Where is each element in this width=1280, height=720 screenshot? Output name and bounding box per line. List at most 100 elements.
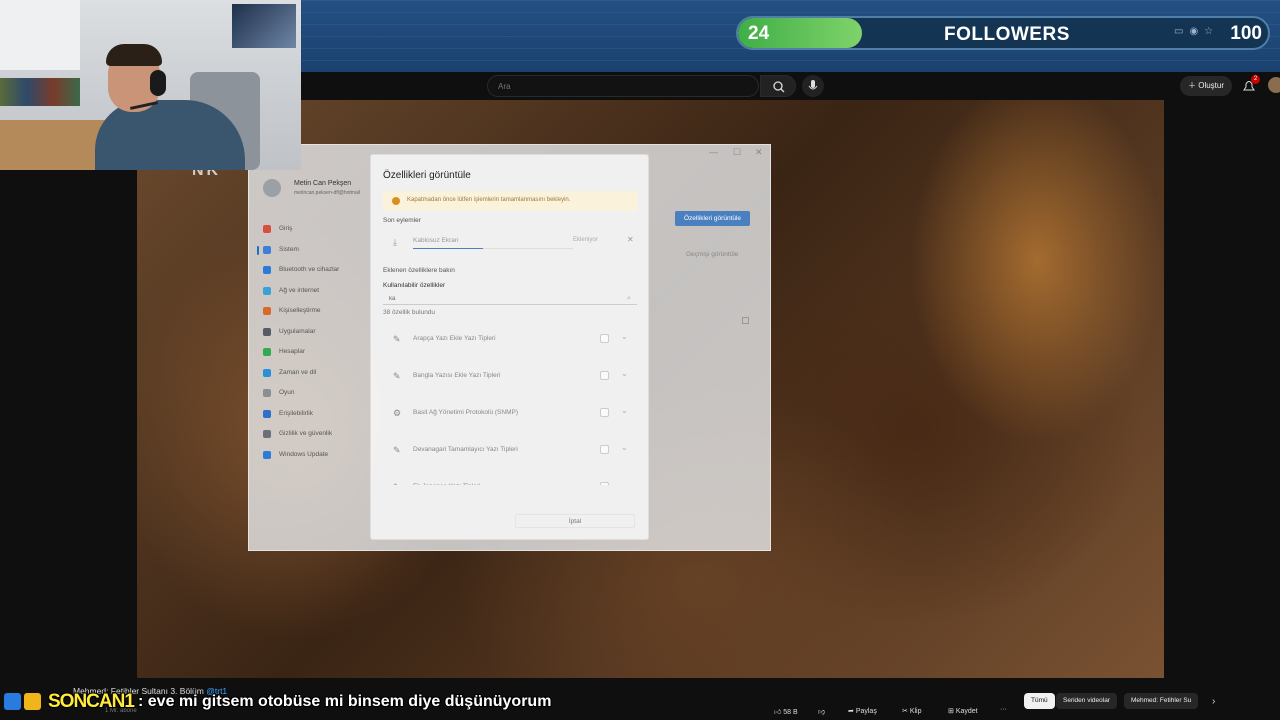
chevron-down-icon[interactable]: ⌄: [621, 332, 628, 341]
chevron-right-icon[interactable]: ›: [1212, 696, 1215, 707]
sidebar-item-label: Giriş: [279, 225, 293, 232]
account-email: metincan.peksen-dfl@hotmail: [294, 190, 360, 196]
sidebar-item[interactable]: Ağ ve internet: [259, 281, 369, 302]
feature-row[interactable]: ✎ Devanagari Tamamlayıcı Yazı Tipleri ⌄: [383, 438, 637, 462]
search-input[interactable]: [487, 75, 759, 97]
nav-icon: [263, 409, 271, 418]
sidebar-item-label: Zaman ve dil: [279, 368, 317, 376]
sidebar-item[interactable]: Windows Update: [259, 445, 369, 466]
chevron-down-icon[interactable]: ⌄: [621, 406, 628, 415]
plus-icon: ＋: [1188, 81, 1199, 90]
feature-checkbox[interactable]: [600, 408, 609, 417]
feature-name: Arapça Yazı Ekle Yazı Tipleri: [413, 335, 496, 342]
maximize-icon[interactable]: ☐: [733, 147, 741, 158]
video-player[interactable]: NK — ☐ ✕ Metin Can Pekşen metincan.pekse…: [0, 100, 1280, 678]
feature-name: Devanagari Tamamlayıcı Yazı Tipleri: [413, 446, 518, 453]
like-icon: 👍︎: [774, 709, 784, 716]
nav-icon: [263, 245, 271, 254]
chip-all[interactable]: Tümü: [1024, 693, 1055, 709]
scissors-icon: ✂: [902, 708, 910, 715]
result-count: 38 özellik bulundu: [383, 309, 436, 316]
nav-icon: [263, 266, 271, 274]
sidebar-item[interactable]: Uygulamalar: [259, 322, 369, 343]
optional-features-dialog: Özellikleri görüntüle Kapatmadan önce lü…: [370, 154, 649, 540]
feature-checkbox[interactable]: [600, 334, 609, 343]
feature-icon: ✎: [393, 445, 401, 455]
account-name: Metin Can Pekşen: [294, 180, 352, 187]
sidebar-item[interactable]: Bluetooth ve cihazlar: [259, 260, 369, 281]
voice-search-button[interactable]: [802, 75, 824, 97]
close-icon[interactable]: ✕: [755, 147, 763, 158]
sidebar-item[interactable]: Giriş: [259, 219, 369, 240]
warning-icon: [392, 197, 400, 205]
follower-count: 24: [748, 23, 770, 44]
sidebar-item[interactable]: Sistem: [257, 240, 369, 261]
view-history-link[interactable]: Geçmişi görüntüle: [686, 251, 738, 258]
overlay-icons: ▭◉☆: [1174, 26, 1220, 37]
avatar[interactable]: [1268, 77, 1280, 93]
shelf: [0, 78, 80, 106]
sidebar-item[interactable]: Oyun: [259, 383, 369, 404]
settings-nav: Giriş Sistem Bluetooth ve cihazlar Ağ ve in…: [257, 219, 369, 466]
feature-checkbox[interactable]: [600, 371, 609, 380]
create-label: Oluştur: [1198, 81, 1225, 90]
feature-row[interactable]: ✎ Ek Japonca Yazı Tipleri ⌄: [383, 475, 637, 485]
like-button[interactable]: 👍︎ 58 B: [774, 707, 798, 716]
follower-goal-bar: 24 FOLLOWERS ▭◉☆ 100: [736, 16, 1270, 50]
sidebar-item[interactable]: Kişiselleştirme: [259, 301, 369, 322]
feature-checkbox[interactable]: [600, 445, 609, 454]
sidebar-item-label: Oyun: [279, 389, 295, 396]
nav-icon: [263, 368, 271, 377]
share-button[interactable]: ➦ Paylaş: [848, 707, 877, 715]
chevron-down-icon[interactable]: ⌄: [621, 480, 628, 485]
vip-badge-icon: [24, 693, 41, 710]
feature-row[interactable]: ✎ Bangla Yazısı Ekle Yazı Tipleri ⌄: [383, 364, 637, 388]
sidebar-item[interactable]: Erişilebilirlik: [259, 404, 369, 425]
dislike-button[interactable]: 👎︎: [818, 707, 825, 716]
follower-goal: 100: [1230, 23, 1262, 44]
dislike-icon: 👎︎: [818, 709, 826, 716]
clip-button[interactable]: ✂ Klip: [902, 707, 922, 715]
search-button[interactable]: [760, 75, 796, 97]
sidebar-item-label: Erişilebilirlik: [279, 409, 313, 417]
close-icon[interactable]: ✕: [627, 235, 634, 244]
external-link-icon[interactable]: [742, 317, 749, 324]
download-icon: ⤓: [393, 237, 397, 247]
sidebar-item[interactable]: Gizlilik ve güvenlik: [259, 424, 369, 445]
feature-name: Ek Japonca Yazı Tipleri: [413, 483, 480, 485]
create-button[interactable]: ＋ Oluştur: [1180, 76, 1233, 96]
chevron-down-icon[interactable]: ⌄: [621, 369, 628, 378]
chat-username: SONCAN1: [48, 691, 135, 712]
feature-search-input[interactable]: [383, 294, 637, 305]
installed-features-link[interactable]: Eklenen özelliklere bakın: [383, 267, 455, 274]
sidebar-item-label: Windows Update: [279, 450, 329, 458]
chat-text: : eve mi gitsem otobüse mi binsem diye d…: [138, 693, 552, 710]
available-features-label: Kullanılabilir özellikler: [383, 282, 446, 289]
minimize-icon[interactable]: —: [709, 147, 718, 157]
search-icon: [773, 81, 785, 93]
share-icon: ➦: [848, 708, 856, 715]
sidebar-item-label: Kişiselleştirme: [279, 307, 321, 314]
nav-icon: [263, 286, 271, 295]
search-icon: ⌕: [627, 295, 631, 302]
sidebar-item[interactable]: Zaman ve dil: [259, 363, 369, 384]
cancel-button[interactable]: İptal: [515, 514, 635, 528]
feature-row[interactable]: ✎ Arapça Yazı Ekle Yazı Tipleri ⌄: [383, 327, 637, 351]
warning-text: Kapatmadan önce lütfen işlemlerin tamaml…: [407, 197, 571, 203]
more-icon[interactable]: ···: [1000, 706, 1007, 713]
install-progress-bar: [413, 248, 573, 249]
microphone-icon: [808, 80, 818, 90]
sidebar-item-label: Uygulamalar: [279, 327, 316, 335]
chevron-down-icon[interactable]: ⌄: [621, 443, 628, 452]
nav-icon: [263, 348, 271, 356]
view-features-button[interactable]: Özellikleri görüntüle: [675, 211, 750, 226]
dialog-title: Özellikleri görüntüle: [383, 170, 471, 181]
bookmark-icon: ⊞: [948, 708, 956, 715]
chip-series[interactable]: Seriden videolar: [1056, 693, 1117, 709]
feature-row[interactable]: ⚙ Basit Ağ Yönetimi Protokolü (SNMP) ⌄: [383, 401, 637, 425]
save-button[interactable]: ⊞ Kaydet: [948, 707, 978, 715]
chip-mehmed[interactable]: Mehmed: Fetihler Su: [1124, 693, 1199, 709]
feature-icon: ✎: [393, 371, 401, 381]
feature-checkbox[interactable]: [600, 482, 609, 485]
sidebar-item[interactable]: Hesaplar: [259, 342, 369, 363]
